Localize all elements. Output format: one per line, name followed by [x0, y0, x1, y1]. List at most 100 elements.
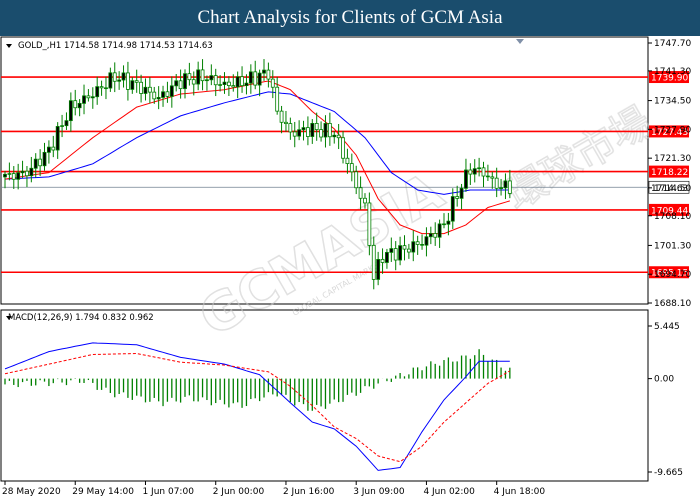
- level-label: 1718.22: [651, 168, 688, 178]
- candle-body: [319, 129, 323, 138]
- macd-panel: [0, 309, 649, 482]
- candle-body: [218, 84, 223, 86]
- candle-body: [494, 177, 499, 189]
- candle-body: [468, 169, 473, 175]
- candle-body: [323, 123, 328, 138]
- candle-body: [393, 248, 398, 261]
- candle-body: [433, 233, 438, 238]
- macd-readout: MACD(12,26,9) 1.794 0.832 0.962: [8, 313, 154, 323]
- candle-body: [288, 123, 293, 133]
- candle-body: [196, 69, 201, 85]
- candle-body: [499, 187, 503, 190]
- time-tick-label: 28 May 2020: [2, 487, 61, 497]
- candle-body: [266, 69, 271, 80]
- candle-body: [455, 196, 460, 199]
- price-tick-label: 1694.70: [654, 270, 691, 280]
- candle-body: [77, 102, 82, 109]
- candle-body: [86, 95, 91, 99]
- candle-body: [82, 95, 86, 104]
- time-axis: 28 May 2020 29 May 14:00 1 Jun 07:00 2 Jun …: [2, 481, 545, 497]
- candle-body: [126, 72, 130, 90]
- candle-body: [358, 187, 363, 199]
- candle-body: [503, 180, 508, 189]
- candle-body: [297, 129, 302, 137]
- candle-body: [389, 248, 394, 253]
- candle-body: [73, 100, 78, 109]
- time-tick-label: 4 Jun 18:00: [494, 487, 546, 497]
- candle-body: [367, 202, 372, 246]
- candle-body: [336, 134, 341, 139]
- time-tick-label: 3 Jun 09:00: [353, 487, 405, 497]
- candle-body: [139, 81, 143, 94]
- candle-body: [200, 69, 205, 82]
- candle-body: [371, 244, 376, 280]
- candle-body: [253, 71, 258, 86]
- candle-body: [42, 151, 47, 167]
- candle-body: [117, 79, 122, 82]
- candle-body: [306, 127, 310, 137]
- candle-body: [29, 167, 34, 177]
- candle-body: [464, 169, 468, 189]
- candle-body: [7, 173, 12, 175]
- candle-body: [446, 220, 451, 225]
- candle-body: [301, 127, 306, 131]
- candle-body: [112, 72, 117, 82]
- candle-body: [33, 158, 38, 169]
- time-tick-label: 1 Jun 07:00: [142, 487, 194, 497]
- price-tick-label: 1701.30: [654, 241, 691, 251]
- candle-body: [143, 86, 148, 94]
- candle-body: [104, 87, 108, 90]
- macd-tick-label: 0.00: [654, 375, 674, 385]
- candle-body: [121, 72, 126, 81]
- candle-body: [51, 146, 56, 151]
- candle-body: [64, 120, 69, 127]
- candle-body: [235, 76, 240, 88]
- candle-body: [205, 79, 209, 82]
- candle-body: [341, 137, 345, 159]
- symbol-ohlc-readout: GOLD_,H1 1714.58 1714.98 1714.53 1714.63: [18, 41, 213, 51]
- time-tick-label: 4 Jun 02:00: [423, 487, 475, 497]
- time-tick-label: 29 May 14:00: [72, 487, 134, 497]
- candle-body: [345, 157, 350, 164]
- candle-body: [187, 73, 192, 81]
- candle-body: [95, 86, 100, 98]
- candle-body: [183, 73, 187, 90]
- candle-body: [169, 85, 174, 97]
- candle-body: [442, 223, 446, 226]
- candle-body: [327, 123, 332, 138]
- price-tick-label: 1741.30: [654, 67, 691, 77]
- candle-body: [262, 69, 266, 74]
- candle-body: [68, 100, 73, 122]
- price-tick-label: 1708.10: [654, 212, 691, 222]
- candle-body: [178, 80, 183, 90]
- price-tick-label: 1747.70: [654, 39, 691, 49]
- candle-body: [191, 79, 196, 85]
- candle-body: [415, 241, 420, 245]
- candle-body: [38, 158, 43, 167]
- candle-body: [209, 75, 214, 81]
- candle-body: [402, 245, 407, 250]
- candle-body: [20, 170, 25, 174]
- candle-body: [459, 187, 464, 199]
- candle-body: [11, 173, 16, 180]
- price-tick-label: 1721.30: [654, 154, 691, 164]
- price-tick-label: 1714.50: [654, 184, 691, 194]
- candle-body: [411, 241, 416, 253]
- candle-body: [437, 223, 442, 238]
- candle-body: [99, 86, 104, 89]
- macd-tick-label: -9.665: [654, 468, 683, 478]
- candle-body: [226, 81, 231, 86]
- candle-body: [270, 78, 275, 88]
- candle-body: [165, 91, 170, 97]
- candle-body: [292, 131, 297, 137]
- candle-body: [55, 126, 60, 151]
- candle-body: [222, 81, 227, 86]
- macd-axis: 5.445 0.00 -9.665: [648, 322, 683, 478]
- candle-body: [108, 72, 113, 89]
- time-tick-label: 2 Jun 16:00: [283, 487, 335, 497]
- candle-body: [16, 172, 21, 180]
- chart-canvas: GCMASIA GLOBAL CAPITAL MARKETS 環球市場 1739…: [0, 36, 691, 497]
- candle-body: [174, 80, 179, 87]
- candle-body: [3, 173, 7, 178]
- candle-body: [398, 245, 403, 261]
